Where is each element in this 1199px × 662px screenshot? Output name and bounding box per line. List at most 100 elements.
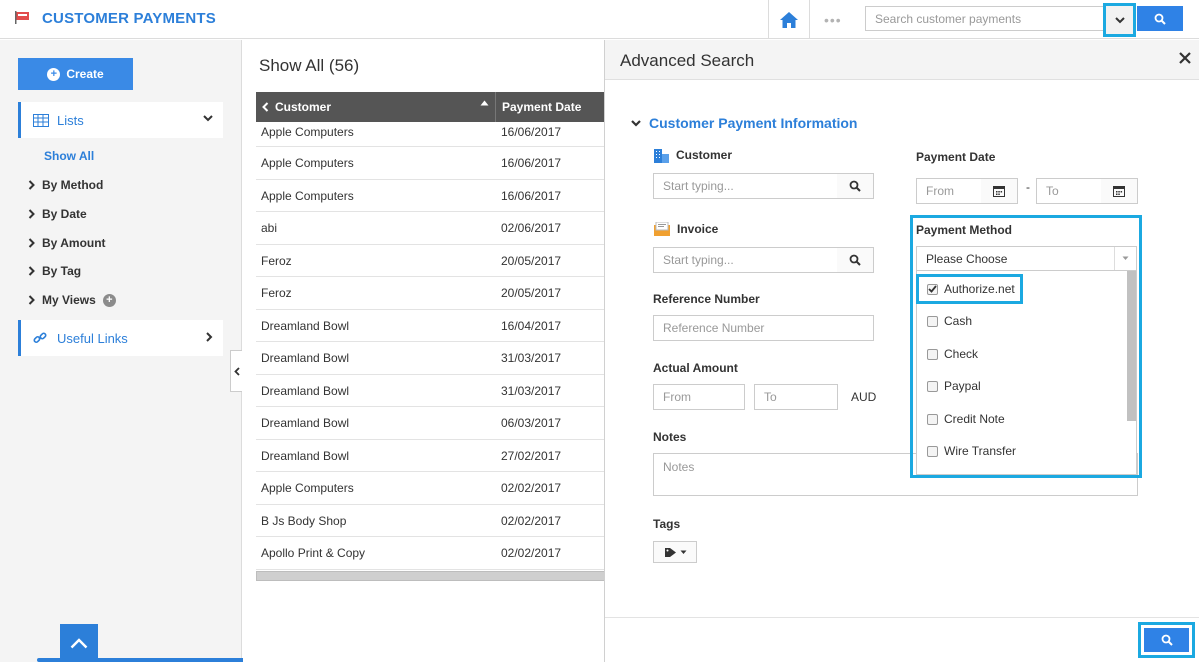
authorize-net-highlight xyxy=(916,274,1023,304)
sidebar-item-show-all[interactable]: Show All xyxy=(44,149,94,163)
table-row[interactable]: Dreamland Bowl 16/04/2017 xyxy=(256,310,605,342)
reference-number-input[interactable]: Reference Number xyxy=(653,315,874,341)
horizontal-scrollbar[interactable] xyxy=(256,571,605,581)
checkbox-icon[interactable] xyxy=(927,315,938,327)
customer-label: Customer xyxy=(653,147,732,163)
amount-from-input[interactable]: From xyxy=(653,384,745,410)
actual-amount-label: Actual Amount xyxy=(653,361,738,375)
sidebar-item-by-tag[interactable]: By Tag xyxy=(28,264,81,278)
close-icon[interactable] xyxy=(1179,52,1191,64)
cell-customer[interactable]: Feroz xyxy=(261,286,292,300)
useful-links-panel[interactable]: Useful Links xyxy=(18,320,223,356)
table-row[interactable]: Feroz 20/05/2017 xyxy=(256,277,605,310)
top-bar: CUSTOMER PAYMENTS ••• xyxy=(0,0,1199,39)
table-row[interactable]: abi 02/06/2017 xyxy=(256,212,605,245)
table-row[interactable]: Apple Computers 16/06/2017 xyxy=(256,123,605,147)
checkbox-icon[interactable] xyxy=(927,380,938,392)
customer-input[interactable]: Start typing... xyxy=(653,173,838,199)
chevron-left-icon xyxy=(233,366,240,376)
payment-date-to-calendar-button[interactable] xyxy=(1101,178,1138,204)
currency-label: AUD xyxy=(851,390,877,404)
cell-customer[interactable]: Apollo Print & Copy xyxy=(261,546,365,560)
table-row[interactable]: Dreamland Bowl 27/02/2017 xyxy=(256,440,605,472)
add-view-icon[interactable]: + xyxy=(102,293,116,307)
advanced-search-panel: Advanced Search Customer Payment Informa… xyxy=(604,40,1199,662)
invoice-icon xyxy=(654,222,670,236)
option-cash[interactable]: Cash xyxy=(927,314,972,328)
invoice-search-button[interactable] xyxy=(837,247,874,273)
table-row[interactable]: Apollo Print & Copy 02/02/2017 xyxy=(256,537,605,570)
sidebar-item-by-amount[interactable]: By Amount xyxy=(28,236,106,250)
home-button[interactable] xyxy=(768,0,810,39)
option-wire-transfer[interactable]: Wire Transfer xyxy=(927,444,1016,458)
table-row[interactable]: Apple Computers 16/06/2017 xyxy=(256,180,605,212)
options-scrollbar[interactable] xyxy=(1127,271,1136,421)
cell-customer[interactable]: Dreamland Bowl xyxy=(261,416,349,430)
sidebar-item-label: By Amount xyxy=(42,236,106,250)
table-row[interactable]: Apple Computers 02/02/2017 xyxy=(256,472,605,505)
reference-number-label: Reference Number xyxy=(653,292,760,306)
payment-date-from-calendar-button[interactable] xyxy=(981,178,1018,204)
cell-customer[interactable]: Feroz xyxy=(261,254,292,268)
payment-date-from-input[interactable]: From xyxy=(916,178,982,204)
cell-payment-date: 06/03/2017 xyxy=(501,416,562,430)
cell-customer[interactable]: Dreamland Bowl xyxy=(261,319,349,333)
cell-customer[interactable]: Dreamland Bowl xyxy=(261,384,349,398)
sidebar-item-by-date[interactable]: By Date xyxy=(28,207,87,221)
option-paypal[interactable]: Paypal xyxy=(927,379,981,393)
cell-payment-date: 27/02/2017 xyxy=(501,448,562,463)
payment-date-label: Payment Date xyxy=(916,150,996,164)
amount-to-input[interactable]: To xyxy=(754,384,838,410)
table-row[interactable]: Apple Computers 16/06/2017 xyxy=(256,147,605,180)
invoice-label: Invoice xyxy=(653,222,718,236)
scroll-to-top-button[interactable] xyxy=(60,624,98,662)
cell-customer[interactable]: Dreamland Bowl xyxy=(261,449,349,463)
payment-date-to-input[interactable]: To xyxy=(1036,178,1102,204)
cell-customer[interactable]: abi xyxy=(261,221,277,235)
payment-method-select[interactable]: Please Choose xyxy=(916,246,1137,271)
section-title: Customer Payment Information xyxy=(649,115,858,131)
cell-payment-date: 31/03/2017 xyxy=(501,351,562,365)
tags-dropdown-button[interactable] xyxy=(653,541,697,563)
table-row[interactable]: Dreamland Bowl 06/03/2017 xyxy=(256,407,605,440)
cell-customer[interactable]: Apple Computers xyxy=(261,189,354,203)
table-row[interactable]: Dreamland Bowl 31/03/2017 xyxy=(256,342,605,375)
cell-payment-date: 20/05/2017 xyxy=(501,253,562,268)
sidebar-item-my-views[interactable]: My Views + xyxy=(28,293,116,307)
caret-down-icon xyxy=(680,550,686,554)
lists-panel[interactable]: Lists xyxy=(18,102,223,138)
cell-customer[interactable]: Apple Computers xyxy=(261,481,354,495)
chevron-down-icon xyxy=(203,115,213,122)
cell-customer[interactable]: Apple Computers xyxy=(261,156,354,170)
advanced-search-submit-button[interactable] xyxy=(1144,628,1189,652)
section-toggle-customer-payment-information[interactable]: Customer Payment Information xyxy=(631,115,857,131)
option-check[interactable]: Check xyxy=(927,347,978,361)
table-row[interactable]: Dreamland Bowl 31/03/2017 xyxy=(256,375,605,407)
chevron-right-icon xyxy=(28,209,35,219)
link-icon xyxy=(33,332,47,344)
checkbox-icon[interactable] xyxy=(927,413,938,425)
payments-list: Show All (56) Customer Payment Date Appl… xyxy=(243,40,605,662)
column-header-payment-date[interactable]: Payment Date xyxy=(502,92,581,122)
sidebar-item-by-method[interactable]: By Method xyxy=(28,178,103,192)
table-row[interactable]: Feroz 20/05/2017 xyxy=(256,245,605,277)
checkbox-icon[interactable] xyxy=(927,348,938,360)
cell-customer[interactable]: Apple Computers xyxy=(261,125,354,139)
more-apps-icon[interactable]: ••• xyxy=(824,12,842,28)
collapse-sidebar-button[interactable] xyxy=(230,350,242,392)
search-button[interactable] xyxy=(1137,6,1183,31)
invoice-input[interactable]: Start typing... xyxy=(653,247,838,273)
column-header-customer[interactable]: Customer xyxy=(256,92,496,122)
cell-payment-date: 02/06/2017 xyxy=(501,221,562,235)
cell-customer[interactable]: B Js Body Shop xyxy=(261,514,346,528)
customer-search-button[interactable] xyxy=(837,173,874,199)
search-input[interactable] xyxy=(865,6,1105,31)
cell-payment-date: 02/02/2017 xyxy=(501,546,562,560)
create-button[interactable]: + Create xyxy=(18,58,133,90)
checkbox-icon[interactable] xyxy=(927,445,938,457)
table-row[interactable]: B Js Body Shop 02/02/2017 xyxy=(256,505,605,537)
cell-customer[interactable]: Dreamland Bowl xyxy=(261,351,349,365)
app-title: CUSTOMER PAYMENTS xyxy=(42,10,216,27)
advanced-search-toggle-button[interactable] xyxy=(1103,3,1136,37)
option-credit-note[interactable]: Credit Note xyxy=(927,412,1005,426)
